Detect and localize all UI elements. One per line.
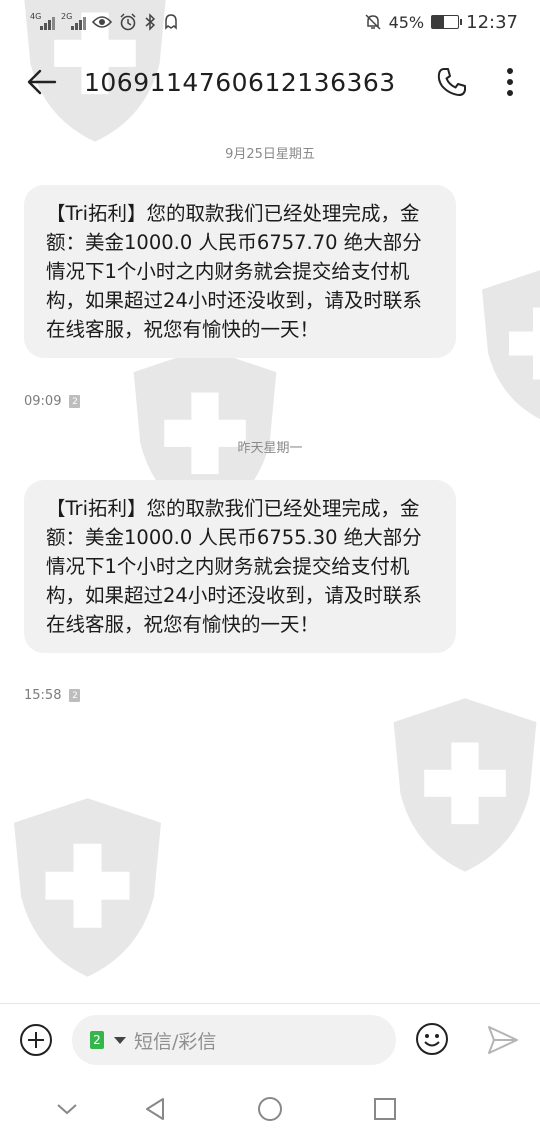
message-input[interactable]: 2 短信/彩信 — [72, 1015, 396, 1065]
alarm-icon — [119, 13, 137, 31]
message-time: 15:58 — [24, 688, 62, 703]
date-separator: 9月25日星期五 — [225, 147, 315, 162]
date-separator: 昨天星期一 — [237, 441, 303, 456]
message-meta: 09:09 2 — [24, 394, 81, 409]
notification-icon — [163, 13, 179, 31]
chevron-down-icon — [114, 1036, 126, 1044]
back-arrow-icon[interactable] — [26, 66, 58, 98]
sim-card-icon: 2 — [69, 395, 81, 408]
message-bubble[interactable]: 【Tri拓利】您的取款我们已经处理完成，金额：美金1000.0 人民币6757.… — [24, 185, 456, 358]
message-meta: 15:58 2 — [24, 688, 81, 703]
back-triangle-icon[interactable] — [140, 1094, 170, 1124]
divider — [0, 1003, 540, 1004]
send-icon[interactable] — [486, 1024, 520, 1056]
hide-keyboard-chevron-icon[interactable] — [52, 1094, 82, 1124]
2g-signal-icon: 2G — [61, 12, 86, 30]
battery-percent: 45% — [388, 12, 425, 32]
home-circle-icon[interactable] — [255, 1094, 285, 1124]
status-bar: 4G 2G 45% 12:37 — [0, 0, 540, 44]
compose-bar: 2 短信/彩信 — [0, 1012, 540, 1068]
contact-number: 1069114760612136363 — [84, 67, 396, 97]
add-attachment-icon[interactable] — [18, 1022, 54, 1058]
message-bubble[interactable]: 【Tri拓利】您的取款我们已经处理完成，金额：美金1000.0 人民币6755.… — [24, 480, 456, 653]
phone-call-icon[interactable] — [434, 64, 470, 100]
4g-signal-icon: 4G — [30, 12, 55, 30]
sim-card-icon: 2 — [90, 1031, 109, 1051]
watermark-shield-icon — [0, 790, 175, 985]
more-options-icon[interactable] — [500, 64, 520, 100]
watermark-shield-icon — [470, 260, 540, 430]
input-placeholder: 短信/彩信 — [134, 1030, 217, 1053]
sim-card-icon: 2 — [69, 689, 81, 702]
navigation-bar — [0, 1080, 540, 1140]
clock: 12:37 — [466, 11, 518, 33]
eye-icon — [92, 13, 112, 31]
bluetooth-icon — [144, 13, 156, 31]
app-bar: 1069114760612136363 — [0, 46, 540, 118]
battery-icon — [431, 15, 463, 29]
sim-selector[interactable]: 2 — [90, 1031, 126, 1051]
watermark-shield-icon — [380, 690, 540, 880]
recents-square-icon[interactable] — [370, 1094, 400, 1124]
mute-bell-icon — [364, 13, 382, 31]
emoji-icon[interactable] — [414, 1021, 450, 1057]
message-time: 09:09 — [24, 394, 62, 409]
